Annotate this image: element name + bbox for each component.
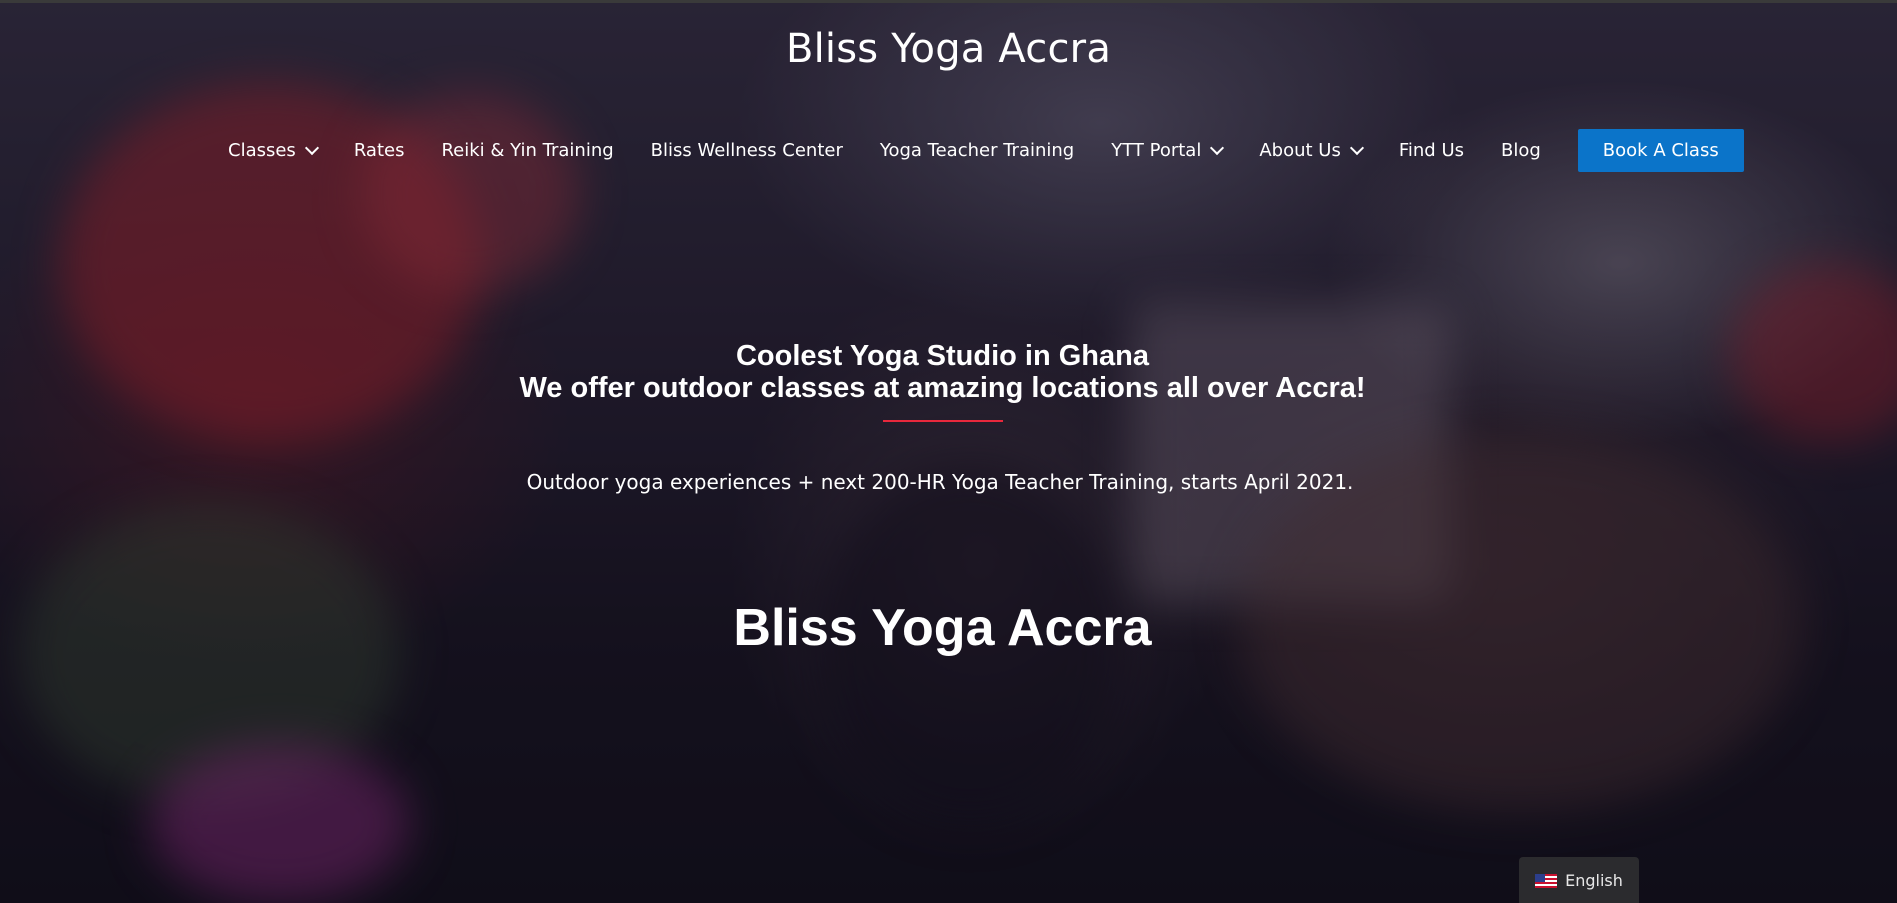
- nav-item-yoga-teacher-training[interactable]: Yoga Teacher Training: [880, 140, 1074, 161]
- nav-item-label: About Us: [1259, 139, 1341, 161]
- book-a-class-button[interactable]: Book A Class: [1577, 128, 1744, 172]
- nav-item-bliss-wellness-center[interactable]: Bliss Wellness Center: [651, 140, 843, 161]
- nav-item-label: Bliss Wellness Center: [650, 139, 843, 161]
- hero-divider: [883, 420, 1003, 422]
- hero-headline: Coolest Yoga Studio in Ghana We offer ou…: [0, 340, 1885, 404]
- language-label: English: [1565, 870, 1623, 890]
- nav-item-classes[interactable]: Classes: [228, 139, 319, 161]
- nav-item-label: Find Us: [1398, 139, 1464, 161]
- nav-item-label: Yoga Teacher Training: [879, 139, 1075, 161]
- nav-item-about-us[interactable]: About Us: [1259, 139, 1364, 161]
- hero-headline-line2: We offer outdoor classes at amazing loca…: [519, 372, 1366, 404]
- nav-item-find-us[interactable]: Find Us: [1399, 140, 1464, 161]
- chevron-down-icon: [304, 140, 319, 155]
- chevron-down-icon: [1349, 140, 1364, 155]
- nav-item-label: Reiki & Yin Training: [441, 139, 614, 161]
- hero-headline-line1: Coolest Yoga Studio in Ghana: [735, 340, 1149, 372]
- chevron-down-icon: [1210, 140, 1225, 155]
- nav-item-ytt-portal[interactable]: YTT Portal: [1111, 139, 1225, 161]
- nav-item-label: Blog: [1501, 139, 1541, 161]
- us-flag-icon: [1535, 873, 1558, 888]
- nav-item-label: Rates: [353, 139, 405, 161]
- nav-item-label: Classes: [228, 139, 296, 161]
- nav-item-label: YTT Portal: [1111, 139, 1202, 161]
- main-nav: Classes Rates Reiki & Yin Training Bliss…: [228, 128, 1744, 172]
- nav-item-rates[interactable]: Rates: [354, 140, 405, 161]
- hero-subtext: Outdoor yoga experiences + next 200-HR Y…: [526, 470, 1354, 494]
- nav-item-reiki-yin-training[interactable]: Reiki & Yin Training: [441, 140, 613, 161]
- hero-big-title: Bliss Yoga Accra: [733, 599, 1152, 657]
- site-title[interactable]: Bliss Yoga Accra: [0, 26, 1897, 72]
- nav-item-blog[interactable]: Blog: [1501, 140, 1541, 161]
- language-switcher[interactable]: English: [1519, 857, 1639, 903]
